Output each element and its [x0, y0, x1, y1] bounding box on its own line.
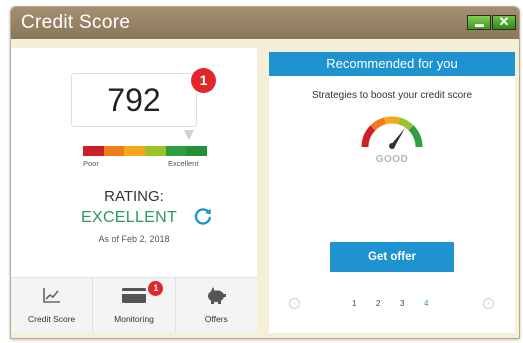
card-icon [121, 288, 146, 303]
nav-item-credit-score[interactable]: Credit Score [11, 278, 94, 333]
scale-segment [165, 146, 187, 156]
score-pointer-icon [184, 130, 194, 140]
page-2[interactable]: 2 [376, 299, 380, 308]
window-title: Credit Score [21, 12, 131, 33]
scale-segment [124, 146, 146, 156]
nav-item-monitoring[interactable]: 1 Monitoring [93, 278, 176, 333]
scale-segment [103, 146, 125, 156]
next-page-button[interactable]: › [483, 298, 494, 309]
chart-icon [42, 288, 60, 303]
page-3[interactable]: 3 [400, 299, 404, 308]
as-of-date: As of Feb 2, 2018 [98, 234, 170, 244]
gauge-label: GOOD [375, 154, 409, 165]
minimize-icon [475, 24, 484, 27]
rating-value: EXCELLENT [81, 209, 178, 226]
minimize-button[interactable] [467, 15, 491, 30]
recommendation-header: Recommended for you [269, 52, 515, 76]
score-panel: 792 1 Poor Excellent RATING: EXCELLENT A… [11, 48, 257, 333]
title-bar[interactable]: Credit Score ✕ [11, 7, 519, 39]
score-notification-badge[interactable]: 1 [191, 68, 216, 93]
monitoring-badge: 1 [148, 281, 164, 296]
nav-label: Credit Score [28, 314, 76, 324]
nav-label: Offers [204, 314, 228, 324]
scale-segment [186, 146, 208, 156]
close-icon: ✕ [498, 14, 510, 29]
score-value: 792 [71, 73, 197, 127]
refresh-icon[interactable] [193, 206, 213, 226]
scale-low-label: Poor [83, 159, 99, 168]
score-scale-bar [83, 146, 208, 156]
scale-segment [83, 146, 104, 156]
get-offer-button[interactable]: Get offer [330, 242, 454, 272]
page-1[interactable]: 1 [352, 299, 356, 308]
page-4[interactable]: 4 [424, 299, 428, 308]
prev-page-button[interactable]: ‹ [289, 298, 300, 309]
scale-high-label: Excellent [168, 159, 199, 168]
bottom-nav: Credit Score 1 Monitoring Offers [11, 277, 257, 333]
recommendation-subtitle: Strategies to boost your credit score [311, 90, 473, 101]
nav-label: Monitoring [114, 314, 154, 324]
rating-label: RATING: [104, 188, 164, 205]
close-button[interactable]: ✕ [492, 14, 516, 30]
gauge-icon [361, 116, 423, 149]
recommendation-panel: Recommended for you Strategies to boost … [269, 52, 515, 333]
scale-segment [145, 146, 166, 156]
piggy-bank-icon [208, 287, 227, 304]
nav-item-offers[interactable]: Offers [176, 278, 257, 333]
